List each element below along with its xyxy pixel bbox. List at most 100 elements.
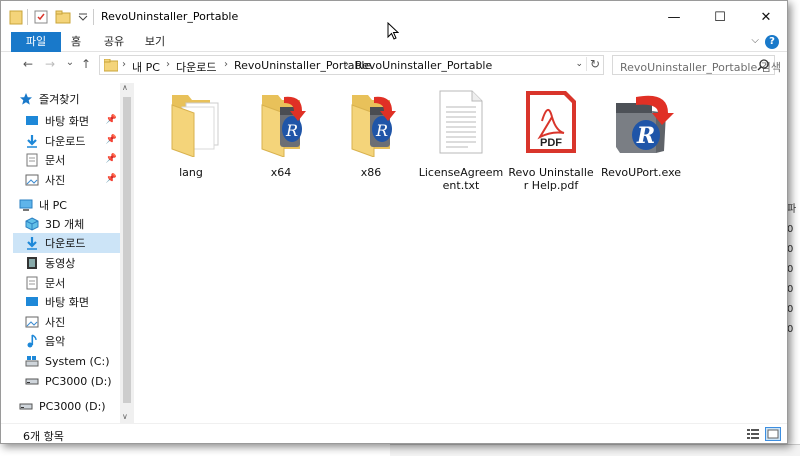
file-item-help-pdf[interactable]: PDF Revo Uninstaller Help.pdf xyxy=(507,87,595,197)
details-view-icon[interactable] xyxy=(745,427,761,441)
sidebar-item-3d-objects[interactable]: 3D 개체 xyxy=(25,214,121,234)
file-name: RevoUPort.exe xyxy=(600,166,682,179)
sidebar-item-drive-d[interactable]: PC3000 (D:) xyxy=(25,371,121,391)
search-box[interactable]: RevoUninstaller_Portable 검색 xyxy=(612,55,781,75)
breadcrumb-separator[interactable]: › xyxy=(345,59,349,70)
tab-view[interactable]: 보기 xyxy=(137,32,173,52)
sidebar-item-videos[interactable]: 동영상 xyxy=(25,253,121,273)
sidebar-item-label: 즐겨찾기 xyxy=(39,93,80,106)
sidebar-this-pc[interactable]: 내 PC xyxy=(19,195,127,215)
sidebar-item-drive-d-root[interactable]: PC3000 (D:) xyxy=(19,396,127,416)
file-item-lang[interactable]: lang xyxy=(147,87,235,197)
sidebar-item-downloads[interactable]: 다운로드 📌 xyxy=(25,131,121,151)
sidebar-item-downloads-pc[interactable]: 다운로드 xyxy=(13,233,121,253)
up-button[interactable]: ↑ xyxy=(77,57,95,73)
sidebar-item-label: 문서 xyxy=(45,277,66,290)
text-file-icon xyxy=(439,90,483,154)
background-text: 파 xyxy=(787,204,797,215)
navigation-pane: 즐겨찾기 바탕 화면 📌 다운로드 📌 문서 📌 사진 📌 내 PC 3D 개체… xyxy=(1,83,135,423)
scrollbar-thumb[interactable] xyxy=(123,97,131,403)
new-folder-icon[interactable] xyxy=(55,9,71,25)
minimize-button[interactable]: — xyxy=(651,1,697,33)
desktop-icon xyxy=(25,114,39,128)
picture-icon xyxy=(25,173,39,187)
pdf-file-icon: PDF xyxy=(526,91,576,153)
address-dropdown-icon[interactable]: ⌄ xyxy=(575,59,583,69)
sidebar-quick-access[interactable]: 즐겨찾기 xyxy=(19,89,127,109)
pin-icon[interactable]: 📌 xyxy=(106,115,117,125)
window-title: RevoUninstaller_Portable xyxy=(101,10,239,23)
navigation-scrollbar[interactable]: ∧ ∨ xyxy=(120,83,134,423)
file-list: lang R x64 R x86 LicenseAgreement.txt PD… xyxy=(137,83,787,423)
background-window-bottom xyxy=(390,444,800,456)
sidebar-item-label: 내 PC xyxy=(39,199,67,212)
sidebar-item-documents[interactable]: 문서 📌 xyxy=(25,150,121,170)
properties-icon[interactable] xyxy=(33,9,49,25)
sidebar-item-label: 문서 xyxy=(45,154,66,167)
file-item-x86[interactable]: R x86 xyxy=(327,87,415,197)
download-arrow-icon xyxy=(25,236,39,250)
close-button[interactable]: ✕ xyxy=(743,1,787,33)
drive-icon xyxy=(19,399,33,413)
picture-icon xyxy=(25,315,39,329)
sidebar-item-documents-pc[interactable]: 문서 xyxy=(25,273,121,293)
computer-icon xyxy=(19,198,33,212)
sidebar-item-desktop[interactable]: 바탕 화면 📌 xyxy=(25,111,121,131)
item-count: 6개 항목 xyxy=(23,430,64,443)
sidebar-item-pictures-pc[interactable]: 사진 xyxy=(25,312,121,332)
sidebar-item-label: 다운로드 xyxy=(45,135,86,148)
file-item-license[interactable]: LicenseAgreement.txt xyxy=(417,87,505,197)
pin-icon[interactable]: 📌 xyxy=(106,154,117,164)
revo-letter: R xyxy=(285,121,298,140)
file-name: lang xyxy=(179,166,203,179)
address-toolbar: ← → ⌄ ↑ › 내 PC › 다운로드 › RevoUninstaller_… xyxy=(1,52,787,78)
folder-icon xyxy=(171,95,219,158)
tab-file[interactable]: 파일 xyxy=(11,32,61,52)
sidebar-item-label: 바탕 화면 xyxy=(45,296,89,309)
revo-letter: R xyxy=(375,121,388,140)
forward-button[interactable]: → xyxy=(41,57,59,73)
film-icon xyxy=(25,256,39,270)
mouse-cursor-icon xyxy=(387,22,399,40)
pin-icon[interactable]: 📌 xyxy=(106,174,117,184)
folder-revo-icon: R xyxy=(351,95,396,158)
maximize-button[interactable]: ☐ xyxy=(697,1,743,33)
breadcrumb-revo-parent[interactable]: RevoUninstaller_Portable xyxy=(234,59,371,72)
large-icons-view-icon[interactable] xyxy=(765,427,781,441)
sidebar-item-label: 음악 xyxy=(45,335,66,348)
sidebar-item-music[interactable]: 음악 xyxy=(25,331,121,351)
divider xyxy=(27,9,28,25)
breadcrumb-separator[interactable]: › xyxy=(224,59,228,70)
sidebar-item-desktop-pc[interactable]: 바탕 화면 xyxy=(25,292,121,312)
breadcrumb-this-pc[interactable]: 내 PC xyxy=(132,59,160,75)
breadcrumb-separator[interactable]: › xyxy=(122,59,126,70)
address-bar[interactable]: › 내 PC › 다운로드 › RevoUninstaller_Portable… xyxy=(99,55,604,75)
document-icon xyxy=(25,276,39,290)
breadcrumb-separator[interactable]: › xyxy=(166,59,170,70)
breadcrumb-revo-current[interactable]: RevoUninstaller_Portable xyxy=(355,59,492,72)
revo-uninstaller-icon: R xyxy=(616,95,674,153)
ribbon-expand-icon[interactable]: ⌵ xyxy=(751,35,759,46)
file-item-revouport[interactable]: R RevoUPort.exe xyxy=(597,87,685,197)
sidebar-item-label: PC3000 (D:) xyxy=(45,374,112,388)
help-icon[interactable]: ? xyxy=(765,35,779,49)
sidebar-item-pictures[interactable]: 사진 📌 xyxy=(25,170,121,190)
breadcrumb-downloads[interactable]: 다운로드 xyxy=(176,59,216,75)
drive-icon xyxy=(25,374,39,388)
sidebar-item-drive-c[interactable]: System (C:) xyxy=(25,351,121,371)
file-name: Revo Uninstaller Help.pdf xyxy=(508,166,594,192)
back-button[interactable]: ← xyxy=(19,57,37,73)
cube-icon xyxy=(25,217,39,231)
scroll-up-icon[interactable]: ∧ xyxy=(122,83,128,92)
search-icon[interactable] xyxy=(757,59,769,71)
refresh-icon[interactable]: ↻ xyxy=(585,57,600,71)
sidebar-item-label: 다운로드 xyxy=(45,237,86,250)
tab-share[interactable]: 공유 xyxy=(95,32,133,52)
tab-home[interactable]: 홈 xyxy=(63,32,89,52)
pin-icon[interactable]: 📌 xyxy=(106,135,117,145)
file-item-x64[interactable]: R x64 xyxy=(237,87,325,197)
folder-revo-icon: R xyxy=(261,95,306,158)
customize-dropdown-icon[interactable] xyxy=(77,9,89,25)
revo-letter: R xyxy=(636,123,655,149)
scroll-down-icon[interactable]: ∨ xyxy=(122,412,128,421)
